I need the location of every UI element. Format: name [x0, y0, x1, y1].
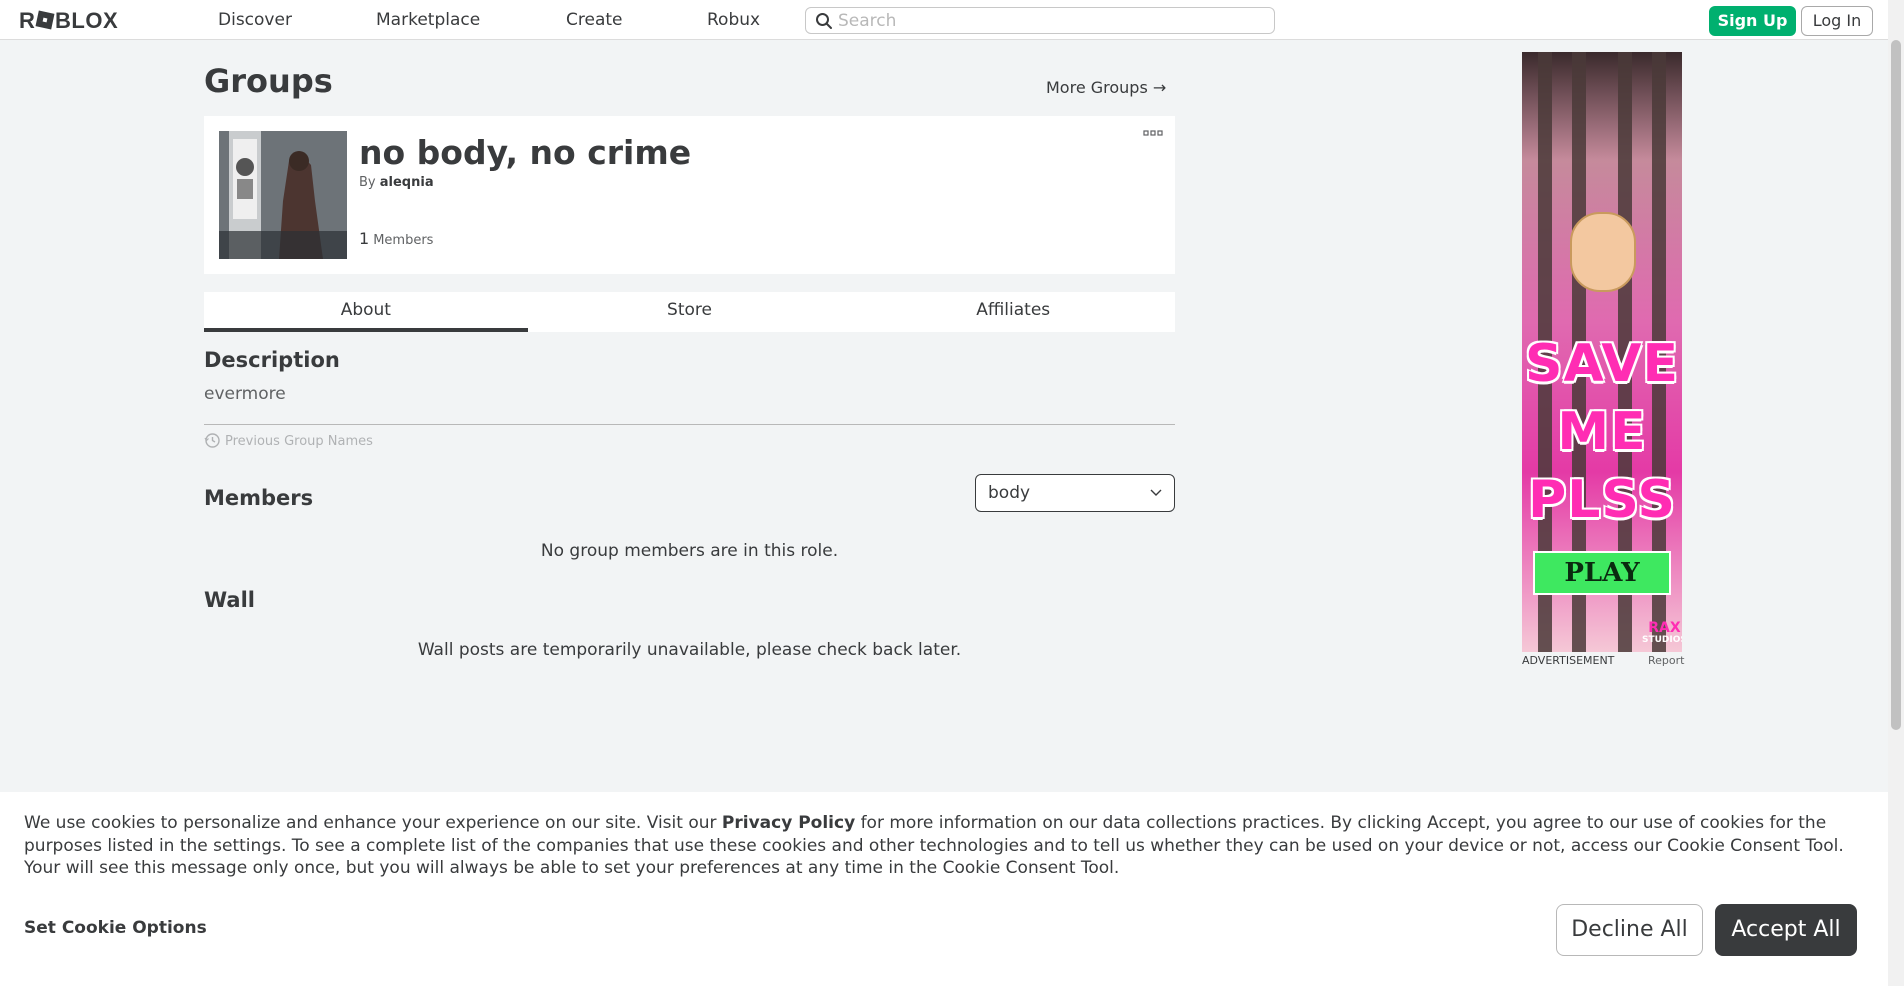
ad-brand-sub: STUDIOS	[1642, 635, 1682, 645]
wall-unavailable-message: Wall posts are temporarily unavailable, …	[417, 640, 962, 660]
roblox-logo[interactable]: R BLOX	[19, 8, 139, 32]
member-count-value: 1	[359, 229, 370, 248]
page-scrollbar[interactable]	[1888, 0, 1904, 986]
search-icon	[816, 13, 832, 29]
members-empty-message: No group members are in this role.	[540, 541, 839, 561]
nav-create[interactable]: Create	[566, 0, 623, 40]
role-dropdown-value: body	[988, 483, 1031, 503]
ad-character	[1570, 212, 1636, 292]
nav-marketplace[interactable]: Marketplace	[376, 0, 480, 40]
page-title: Groups	[204, 62, 333, 100]
tab-about[interactable]: About	[204, 292, 528, 332]
group-owner: By aleqnia	[359, 175, 434, 190]
search-box[interactable]	[805, 7, 1275, 34]
role-dropdown[interactable]: body	[975, 474, 1175, 512]
members-title: Members	[204, 486, 314, 510]
ad-headline-line3: PLSS	[1528, 470, 1676, 530]
cookie-text-before: We use cookies to personalize and enhanc…	[24, 813, 722, 833]
nav-robux[interactable]: Robux	[707, 0, 760, 40]
member-count-label: Members	[373, 233, 434, 248]
sign-up-button[interactable]: Sign Up	[1709, 6, 1796, 36]
decline-all-button[interactable]: Decline All	[1556, 904, 1703, 956]
nav-discover[interactable]: Discover	[218, 0, 292, 40]
scrollbar-thumb[interactable]	[1891, 40, 1901, 730]
previous-group-names-label: Previous Group Names	[225, 434, 373, 449]
svg-text:R: R	[19, 8, 35, 32]
group-tabs: About Store Affiliates	[204, 292, 1175, 332]
more-groups-link[interactable]: More Groups →	[1046, 78, 1166, 97]
tab-store[interactable]: Store	[528, 292, 852, 332]
history-icon	[204, 433, 220, 448]
wall-title: Wall	[204, 588, 255, 612]
chevron-down-icon	[1150, 489, 1162, 496]
owner-by-label: By	[359, 175, 376, 190]
divider	[204, 424, 1175, 425]
accept-all-button[interactable]: Accept All	[1715, 904, 1857, 956]
previous-group-names-link[interactable]: Previous Group Names	[204, 432, 373, 449]
ad-headline-line2: ME	[1557, 402, 1647, 462]
owner-link[interactable]: aleqnia	[380, 175, 434, 190]
tab-affiliates[interactable]: Affiliates	[851, 292, 1175, 332]
description-title: Description	[204, 348, 340, 372]
search-input[interactable]	[838, 10, 1268, 31]
ad-report-link[interactable]: Report	[1648, 654, 1684, 667]
svg-text:BLOX: BLOX	[55, 8, 118, 32]
privacy-policy-link[interactable]: Privacy Policy	[722, 813, 855, 833]
ad-label: ADVERTISEMENT	[1522, 654, 1615, 667]
cookie-message: We use cookies to personalize and enhanc…	[24, 812, 1874, 880]
ad-brand-name: RAX	[1648, 620, 1681, 636]
group-member-count: 1 Members	[359, 229, 433, 248]
top-nav: R BLOX Discover Marketplace Create Robux…	[0, 0, 1904, 40]
more-options-icon[interactable]	[1143, 129, 1163, 139]
ad-brand: RAX STUDIOS	[1642, 620, 1682, 646]
group-header-card: no body, no crime By aleqnia 1 Members	[204, 116, 1175, 274]
description-text: evermore	[204, 384, 286, 404]
set-cookie-options-link[interactable]: Set Cookie Options	[24, 918, 207, 938]
group-name: no body, no crime	[359, 133, 692, 172]
log-in-button[interactable]: Log In	[1801, 6, 1873, 36]
group-emblem-art	[219, 131, 347, 259]
group-emblem	[219, 131, 347, 259]
ad-headline-line1: SAVE	[1525, 334, 1679, 394]
ad-play-button[interactable]: PLAY	[1533, 551, 1671, 595]
cookie-banner: We use cookies to personalize and enhanc…	[0, 792, 1888, 986]
advertisement-banner[interactable]: SAVE ME PLSS PLAY RAX STUDIOS	[1522, 52, 1682, 652]
